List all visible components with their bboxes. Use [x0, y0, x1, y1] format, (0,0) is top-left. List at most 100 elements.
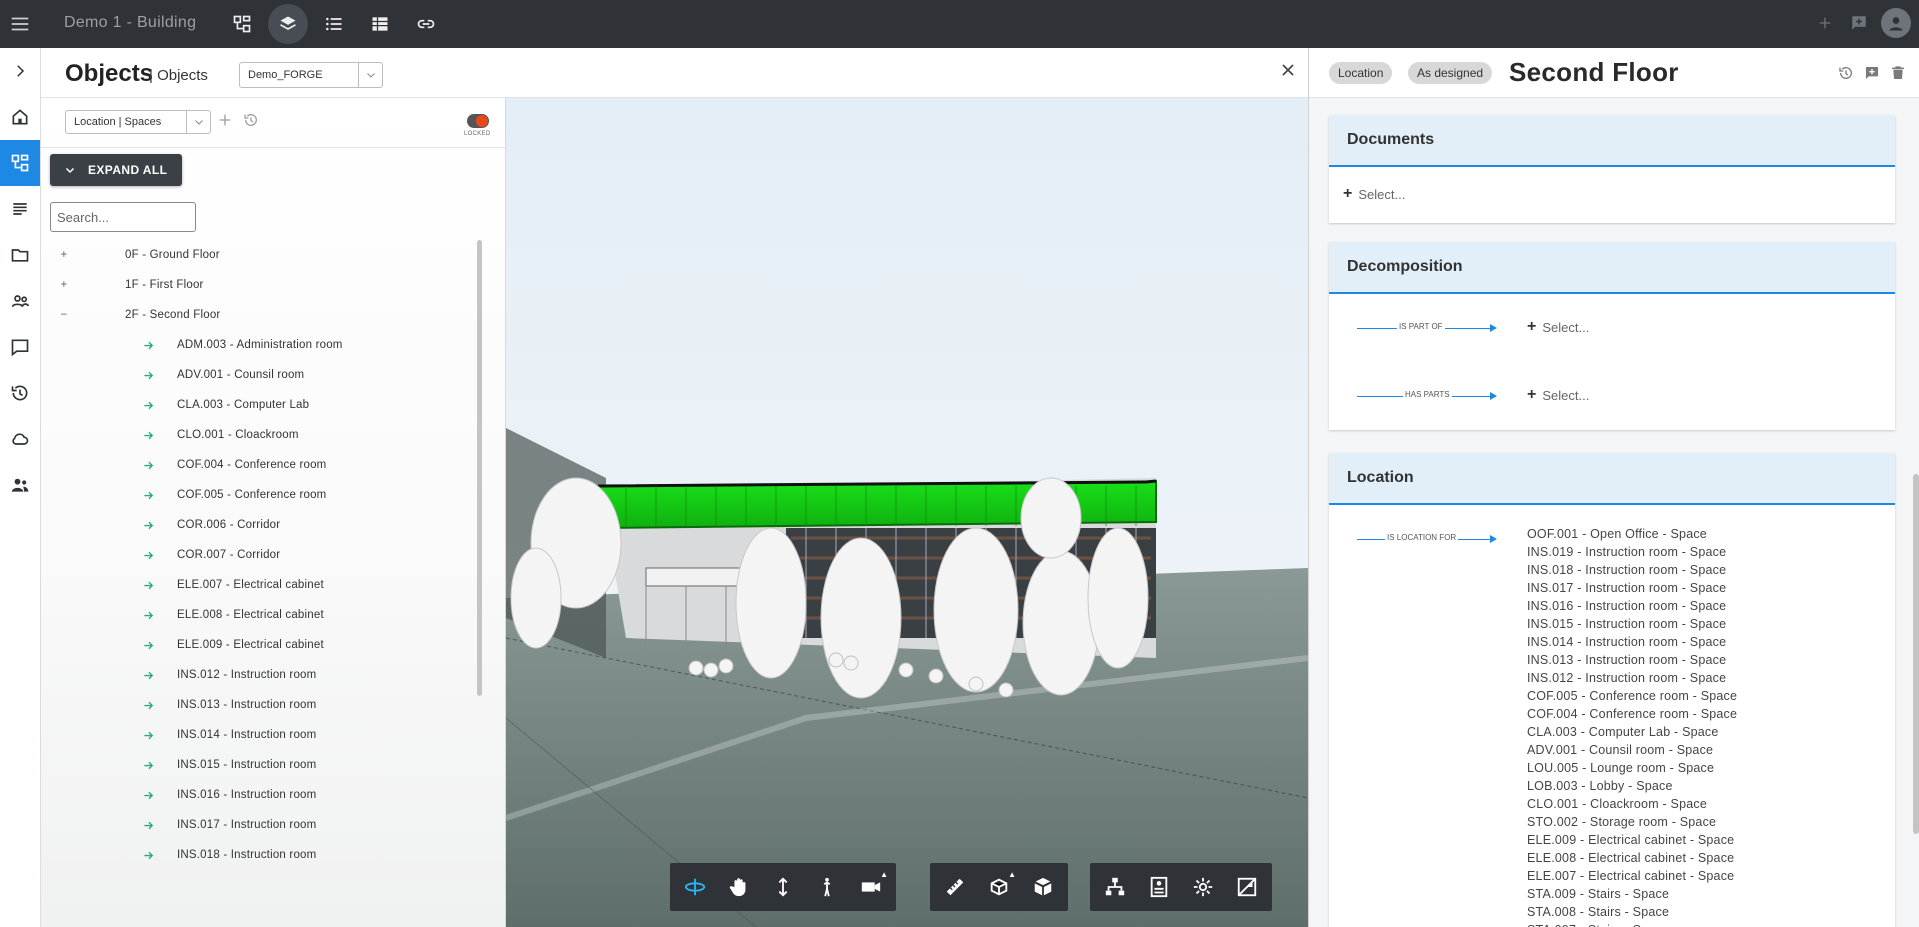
- add-icon[interactable]: [217, 112, 233, 133]
- tree-row-room[interactable]: COR.006 - Corridor: [41, 510, 477, 540]
- link-icon[interactable]: [406, 4, 446, 44]
- explode-cube-icon[interactable]: [1024, 868, 1062, 906]
- history-icon[interactable]: [0, 370, 40, 416]
- location-item[interactable]: LOB.003 - Lobby - Space: [1527, 777, 1737, 795]
- tree-row-room[interactable]: ADV.001 - Counsil room: [41, 360, 477, 390]
- location-item[interactable]: ADV.001 - Counsil room - Space: [1527, 741, 1737, 759]
- location-item[interactable]: CLA.003 - Computer Lab - Space: [1527, 723, 1737, 741]
- objects-hierarchy-icon[interactable]: [0, 140, 40, 186]
- users-group-icon[interactable]: [0, 462, 40, 508]
- tree-row-room[interactable]: ELE.007 - Electrical cabinet: [41, 570, 477, 600]
- tree-row-room[interactable]: INS.015 - Instruction room: [41, 750, 477, 780]
- collapse-minus-icon[interactable]: −: [57, 308, 71, 322]
- location-item[interactable]: INS.019 - Instruction room - Space: [1527, 543, 1737, 561]
- search-input[interactable]: [50, 202, 196, 232]
- tree-row-room[interactable]: ADM.003 - Administration room: [41, 330, 477, 360]
- fullscreen-icon[interactable]: [1228, 868, 1266, 906]
- location-item[interactable]: ELE.009 - Electrical cabinet - Space: [1527, 831, 1737, 849]
- tree-row-room[interactable]: COR.007 - Corridor: [41, 540, 477, 570]
- location-item[interactable]: LOU.005 - Lounge room - Space: [1527, 759, 1737, 777]
- tree-row-room[interactable]: COF.005 - Conference room: [41, 480, 477, 510]
- trash-icon[interactable]: [1890, 65, 1906, 86]
- add-comment-icon[interactable]: [1847, 11, 1871, 35]
- tree-row-room[interactable]: CLA.003 - Computer Lab: [41, 390, 477, 420]
- tree-scrollbar[interactable]: [477, 240, 482, 696]
- tree-row-floor[interactable]: +1F - First Floor: [41, 270, 477, 300]
- expand-all-button[interactable]: EXPAND ALL: [50, 154, 182, 186]
- has-parts-select[interactable]: + Select...: [1527, 386, 1589, 404]
- decomposition-title: Decomposition: [1329, 242, 1895, 294]
- people-icon[interactable]: [0, 278, 40, 324]
- avatar[interactable]: [1881, 8, 1911, 38]
- walk-person-icon[interactable]: [808, 868, 846, 906]
- hierarchy-icon[interactable]: [222, 4, 262, 44]
- location-item[interactable]: INS.016 - Instruction room - Space: [1527, 597, 1737, 615]
- add-icon[interactable]: [1813, 11, 1837, 35]
- detail-scrollbar[interactable]: [1913, 474, 1919, 834]
- tree-row-room[interactable]: INS.017 - Instruction room: [41, 810, 477, 840]
- add-comment-icon[interactable]: [1864, 65, 1880, 86]
- tree-row-room[interactable]: INS.016 - Instruction room: [41, 780, 477, 810]
- home-icon[interactable]: [0, 94, 40, 140]
- section-box-icon[interactable]: ▲: [980, 868, 1018, 906]
- folder-icon[interactable]: [0, 232, 40, 278]
- tree-row-room[interactable]: INS.013 - Instruction room: [41, 690, 477, 720]
- is-part-of-select[interactable]: + Select...: [1527, 318, 1589, 336]
- camera-icon[interactable]: ▲: [852, 868, 890, 906]
- history-icon[interactable]: [1838, 65, 1854, 86]
- location-item[interactable]: INS.013 - Instruction room - Space: [1527, 651, 1737, 669]
- tree-row-room[interactable]: CLO.001 - Cloackroom: [41, 420, 477, 450]
- location-item[interactable]: STA.009 - Stairs - Space: [1527, 885, 1737, 903]
- location-item[interactable]: ELE.008 - Electrical cabinet - Space: [1527, 849, 1737, 867]
- cloud-icon[interactable]: [0, 416, 40, 462]
- collapse-chevron-icon[interactable]: [0, 48, 40, 94]
- location-item[interactable]: STA.008 - Stairs - Space: [1527, 903, 1737, 921]
- location-item[interactable]: INS.018 - Instruction room - Space: [1527, 561, 1737, 579]
- location-item[interactable]: INS.014 - Instruction room - Space: [1527, 633, 1737, 651]
- model-viewer[interactable]: ▲ ▲: [506, 98, 1308, 927]
- expand-plus-icon[interactable]: +: [57, 278, 71, 292]
- location-chip[interactable]: Location: [1329, 62, 1393, 84]
- document-lines-icon[interactable]: [0, 186, 40, 232]
- table-icon[interactable]: [360, 4, 400, 44]
- pan-hand-icon[interactable]: [720, 868, 758, 906]
- location-item[interactable]: COF.005 - Conference room - Space: [1527, 687, 1737, 705]
- lock-toggle[interactable]: [467, 114, 489, 128]
- list-icon[interactable]: [314, 4, 354, 44]
- location-item[interactable]: STO.002 - Storage room - Space: [1527, 813, 1737, 831]
- tree-row-room[interactable]: ELE.009 - Electrical cabinet: [41, 630, 477, 660]
- properties-icon[interactable]: [1140, 868, 1178, 906]
- location-item[interactable]: ELE.007 - Electrical cabinet - Space: [1527, 867, 1737, 885]
- location-item[interactable]: INS.015 - Instruction room - Space: [1527, 615, 1737, 633]
- history-icon[interactable]: [243, 112, 259, 133]
- orbit-icon[interactable]: [676, 868, 714, 906]
- model-tree-icon[interactable]: [1096, 868, 1134, 906]
- tree-row-room[interactable]: INS.012 - Instruction room: [41, 660, 477, 690]
- location-item[interactable]: CLO.001 - Cloackroom - Space: [1527, 795, 1737, 813]
- location-item[interactable]: OOF.001 - Open Office - Space: [1527, 525, 1737, 543]
- tree-row-floor[interactable]: − 2F - Second Floor: [41, 300, 477, 330]
- location-item[interactable]: STA.007 - Stairs - Space: [1527, 921, 1737, 927]
- comment-icon[interactable]: [0, 324, 40, 370]
- tree-row-room[interactable]: INS.018 - Instruction room: [41, 840, 477, 870]
- tree-row-room[interactable]: COF.004 - Conference room: [41, 450, 477, 480]
- location-item[interactable]: INS.012 - Instruction room - Space: [1527, 669, 1737, 687]
- ruler-icon[interactable]: [936, 868, 974, 906]
- tree-row-room[interactable]: ELE.008 - Electrical cabinet: [41, 600, 477, 630]
- menu-icon[interactable]: [6, 10, 34, 38]
- expand-plus-icon[interactable]: +: [57, 248, 71, 262]
- gear-icon[interactable]: [1184, 868, 1222, 906]
- location-select[interactable]: Location | Spaces: [65, 110, 211, 134]
- documents-select[interactable]: + Select...: [1343, 185, 1405, 203]
- model-select[interactable]: Demo_FORGE: [239, 62, 383, 88]
- close-icon[interactable]: [1278, 60, 1298, 85]
- location-item[interactable]: INS.017 - Instruction room - Space: [1527, 579, 1737, 597]
- location-item[interactable]: COF.004 - Conference room - Space: [1527, 705, 1737, 723]
- plus-icon: +: [1527, 318, 1537, 335]
- tree-row-floor[interactable]: +0F - Ground Floor: [41, 240, 477, 270]
- tree-row-room[interactable]: INS.014 - Instruction room: [41, 720, 477, 750]
- zoom-arrows-icon[interactable]: [764, 868, 802, 906]
- decomposition-card: Decomposition IS PART OF + Select... HAS…: [1329, 242, 1895, 430]
- layers-icon[interactable]: [268, 4, 308, 44]
- state-chip[interactable]: As designed: [1408, 62, 1493, 84]
